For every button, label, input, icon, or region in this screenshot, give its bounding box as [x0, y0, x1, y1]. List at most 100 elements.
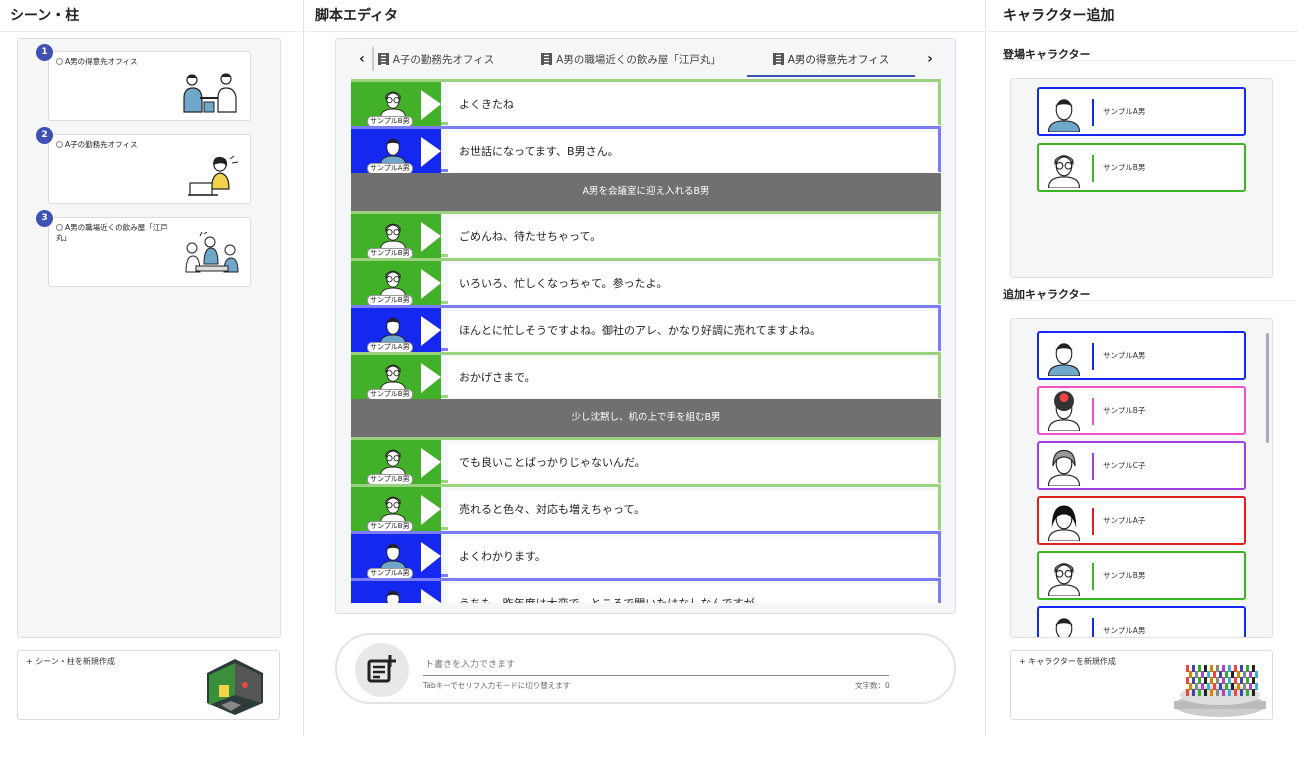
character-avatar	[1044, 391, 1084, 435]
tab-divider	[372, 47, 374, 71]
dialogue-text: でも良いことばっかりじゃないんだ。	[459, 456, 646, 469]
note-add-icon	[367, 655, 396, 683]
script-editor-column: 脚本エディタ ‹ A子の勤務先オフィス A男の職場近くの飲み屋「江戸丸」 A男の…	[305, 0, 986, 736]
tab-scene-1[interactable]: A男の得意先オフィス	[747, 47, 915, 77]
character-color-bar	[1092, 508, 1094, 535]
scene-list: 1 A男の得意先オフィス 2 A子の勤務先オフィス 3 A男の職場近くの飲み屋「…	[17, 38, 281, 638]
dialogue-row[interactable]: サンプルB男 おかげさまで。	[351, 352, 941, 401]
character-name: サンプルC子	[1103, 461, 1146, 470]
character-name: サンプルA男	[1103, 107, 1146, 116]
script-editor-title: 脚本エディタ	[305, 0, 985, 32]
speaker-face: サンプルB男	[351, 214, 441, 260]
scene-radio[interactable]	[56, 224, 63, 231]
scene-title: A男の職場近くの飲み屋「江戸丸」	[56, 223, 168, 242]
tab-scene-3[interactable]: A男の職場近くの飲み屋「江戸丸」	[541, 47, 721, 77]
speaker-face: サンプルB男	[351, 261, 441, 307]
add-characters-panel: サンプルA男 サンプルB子 サンプルC子 サンプルA子 サンプルB男 サンプルA男	[1010, 318, 1273, 638]
dialogue-text: ほんとに忙しそうですよね。御社のアレ、かなり好調に売れてますよね。	[459, 324, 822, 337]
scene-title: A男の得意先オフィス	[65, 57, 138, 66]
character-card[interactable]: サンプルA男	[1037, 87, 1246, 136]
character-color-bar	[1092, 155, 1094, 182]
character-color-bar	[1092, 398, 1094, 425]
character-column: キャラクター追加 登場キャラクター サンプルA男 サンプルB男 追加キャラクター …	[987, 0, 1298, 736]
scene-card-1[interactable]: 1 A男の得意先オフィス	[36, 44, 251, 121]
speech-bubble	[448, 85, 938, 125]
speaker-face: サンプルA男	[351, 308, 441, 354]
speaker-face: サンプルA男	[351, 534, 441, 580]
character-name: サンプルB男	[1103, 163, 1146, 172]
scene-column: シーン・柱 1 A男の得意先オフィス 2 A子の勤務先オフィス 3 A男の職場近…	[0, 0, 304, 736]
character-card[interactable]: サンプルB男	[1037, 551, 1246, 600]
character-name: サンプルA男	[1103, 626, 1146, 635]
tab-scene-2[interactable]: A子の勤務先オフィス	[376, 47, 496, 77]
character-column-title: キャラクター追加	[987, 0, 1298, 32]
woman-at-laptop-illustration	[188, 155, 239, 196]
scene-title-wrap: A男の職場近くの飲み屋「江戸丸」	[56, 223, 174, 243]
dialogue-row[interactable]: サンプルA男 お世話になってます、B男さん。	[351, 126, 941, 175]
script-input-underline	[423, 675, 889, 676]
script-rows: サンプルB男 よくきたね サンプルA男 お世話になってます、B男さん。 A男を会議室に迎…	[351, 79, 941, 603]
speaker-face: サンプルA男	[351, 129, 441, 175]
character-name: サンプルA男	[1103, 351, 1146, 360]
tab-label: A男の職場近くの飲み屋「江戸丸」	[556, 54, 721, 66]
dialogue-row[interactable]: サンプルB男 でも良いことばっかりじゃないんだ。	[351, 437, 941, 486]
scene-card-2[interactable]: 2 A子の勤務先オフィス	[36, 127, 251, 204]
character-name: サンプルA子	[1103, 516, 1146, 525]
character-card[interactable]: サンプルA子	[1037, 496, 1246, 545]
dialogue-text: よくきたね	[459, 98, 514, 111]
divider	[1003, 300, 1295, 301]
character-card[interactable]: サンプルB子	[1037, 386, 1246, 435]
speaker-face: サンプルB男	[351, 487, 441, 533]
scrollbar[interactable]	[1266, 333, 1269, 443]
new-character-button[interactable]: + キャラクターを新規作成	[1010, 650, 1273, 720]
dialogue-row[interactable]: サンプルA男 よくわかります。	[351, 531, 941, 580]
character-name: サンプルB男	[1103, 571, 1146, 580]
scene-title-wrap: A男の得意先オフィス	[56, 57, 174, 67]
character-color-bar	[1092, 618, 1094, 637]
action-text: 少し沈黙し、机の上で手を組むB男	[571, 412, 721, 423]
scene-radio[interactable]	[56, 141, 63, 148]
dialogue-text: ごめんね、待たせちゃって。	[459, 230, 602, 243]
dialogue-row[interactable]: サンプルB男 ごめんね、待たせちゃって。	[351, 211, 941, 260]
divider	[1003, 60, 1295, 61]
dialogue-row[interactable]: サンプルA男うちも、昨年度は大変で。ところで聞いたはなしなんですが	[351, 578, 941, 603]
character-card[interactable]: サンプルA男	[1037, 606, 1246, 637]
tab-label: A男の得意先オフィス	[787, 54, 890, 66]
character-card[interactable]: サンプルC子	[1037, 441, 1246, 490]
character-count: 文字数：0	[855, 681, 890, 690]
scene-radio[interactable]	[56, 58, 63, 65]
tabs-prev-arrow-icon[interactable]: ‹	[352, 49, 372, 69]
dialogue-row[interactable]: サンプルB男 売れると色々、対応も増えちゃって。	[351, 484, 941, 533]
action-row[interactable]: 少し沈黙し、机の上で手を組むB男	[351, 399, 941, 437]
scene-card-3[interactable]: 3 A男の職場近くの飲み屋「江戸丸」	[36, 210, 251, 287]
appearing-characters-panel: サンプルA男 サンプルB男	[1010, 78, 1273, 278]
dialogue-text: うちも、昨年度は大変で。ところで聞いたはなしなんですが	[459, 581, 755, 603]
action-row[interactable]: A男を会議室に迎え入れるB男	[351, 173, 941, 211]
dialogue-row[interactable]: サンプルB男 いろいろ、忙しくなっちゃて。参ったよ。	[351, 258, 941, 307]
character-card[interactable]: サンプルA男	[1037, 331, 1246, 380]
new-scene-button[interactable]: + シーン・柱を新規作成	[17, 650, 280, 720]
character-avatar	[1044, 336, 1084, 380]
dialogue-row[interactable]: サンプルA男 ほんとに忙しそうですよね。御社のアレ、かなり好調に売れてますよね。	[351, 305, 941, 354]
script-input-box[interactable]: ト書きを入力できます Tabキーでセリフ入力モードに切り替えます 文字数：0	[335, 633, 956, 704]
dialogue-row[interactable]: サンプルB男 よくきたね	[351, 79, 941, 128]
scene-number: 1	[36, 44, 53, 61]
film-icon	[377, 53, 389, 65]
script-editor: ‹ A子の勤務先オフィス A男の職場近くの飲み屋「江戸丸」 A男の得意先オフィス…	[335, 38, 956, 614]
tabs-next-arrow-icon[interactable]: ›	[920, 49, 940, 69]
character-card[interactable]: サンプルB男	[1037, 143, 1246, 192]
dialogue-text: おかげさまで。	[459, 371, 536, 384]
dialogue-text: よくわかります。	[459, 550, 546, 563]
character-avatar	[1044, 446, 1084, 490]
character-avatar	[1044, 501, 1084, 545]
script-input-placeholder[interactable]: ト書きを入力できます	[425, 657, 515, 670]
add-note-button[interactable]	[355, 643, 409, 697]
character-avatar	[1044, 556, 1084, 600]
character-color-bar	[1092, 99, 1094, 126]
speaker-avatar	[377, 585, 413, 603]
dialogue-text: お世話になってます、B男さん。	[459, 145, 619, 158]
tab-label: A子の勤務先オフィス	[392, 54, 495, 66]
new-character-label: + キャラクターを新規作成	[1019, 657, 1116, 666]
script-input-hint: Tabキーでセリフ入力モードに切り替えます	[423, 681, 571, 690]
izakaya-party-illustration	[185, 232, 239, 273]
